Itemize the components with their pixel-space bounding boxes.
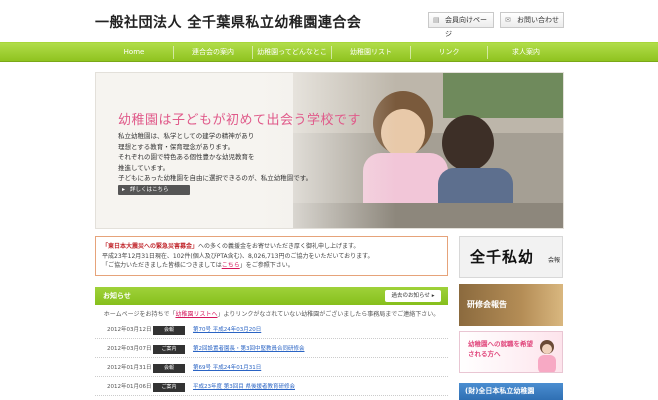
news-note: ホームページをお持ちで「幼稚園リストへ」よりリンクがなされていない幼稚園がござい… bbox=[95, 309, 448, 318]
news-row: 2012年01月06日 ご案内 平成23年度 第3回目 県後援者教育研修会 bbox=[95, 379, 448, 396]
news-date: 2012年03月12日 bbox=[107, 327, 152, 333]
site-header: 一般社団法人 全千葉県私立幼稚園連合会 ▤ 会員向けページ ✉ お問い合わせ bbox=[0, 0, 658, 42]
hero-body-line: 子どもにあった幼稚園を自由に選択できるのが、私立幼稚園です。 bbox=[118, 174, 313, 182]
hero-headline: 幼稚園は子どもが初めて出会う学校です bbox=[118, 113, 362, 128]
hero-more-label: 詳しくはこちら bbox=[130, 187, 169, 193]
national-association-label: (財)全日本私立幼稚園 bbox=[465, 387, 535, 395]
hero-body-line: 推進しています。 bbox=[118, 163, 170, 172]
news-note-link[interactable]: 幼稚園リストへ bbox=[175, 311, 217, 318]
bulletin-label: 会報 bbox=[548, 257, 561, 264]
arrow-right-icon: ▸ bbox=[122, 186, 126, 193]
notice-link[interactable]: こちら bbox=[222, 262, 240, 269]
news-date: 2012年01月06日 bbox=[107, 384, 152, 390]
news-category-tag: ご案内 bbox=[153, 383, 185, 392]
global-nav: Home 連合会の案内 幼稚園ってどんなところ? 幼稚園リスト リンク 求人案内 bbox=[0, 42, 658, 75]
news-note-text: 」よりリンクがなされていない幼稚園がございましたら事務局までご連絡下さい。 bbox=[217, 311, 440, 318]
notice-title: 「東日本大震災への緊急災害募金」 bbox=[102, 243, 199, 250]
news-row: 2012年01月31日 会報 第69号 平成24年01月31日 bbox=[95, 360, 448, 377]
news-link[interactable]: 第70号 平成24年03月20日 bbox=[193, 322, 261, 339]
news-category-tag: ご案内 bbox=[153, 345, 185, 354]
member-page-button[interactable]: ▤ 会員向けページ bbox=[428, 12, 494, 38]
hero-body-line: 私立幼稚園は、私学としての建学の精神があり bbox=[118, 132, 255, 140]
nav-home[interactable]: Home bbox=[95, 43, 173, 62]
hero-more-button[interactable]: ▸ 詳しくはこちら bbox=[118, 185, 190, 195]
contact-label: お問い合わせ bbox=[517, 16, 559, 24]
news-link[interactable]: 平成23年度 第3回目 県後援者教育研修会 bbox=[193, 379, 295, 396]
nav-jobs[interactable]: 求人案内 bbox=[488, 43, 564, 62]
jobs-banner[interactable]: 幼稚園への就職を希望される方へ bbox=[459, 331, 563, 373]
news-row: 2012年03月12日 会報 第70号 平成24年03月20日 bbox=[95, 322, 448, 339]
mail-icon: ✉ bbox=[505, 16, 511, 24]
training-report-banner[interactable]: 研修会報告 bbox=[459, 284, 563, 326]
news-title: お知らせ bbox=[103, 292, 131, 300]
arrow-right-icon: ▸ bbox=[431, 293, 435, 299]
news-row: 2012年03月07日 ご案内 第2回設置者園長・第3回中堅教員合同研修会 bbox=[95, 341, 448, 358]
donation-notice: 「東日本大震災への緊急災害募金」への多くの義援金をお寄せいただき厚く御礼申し上げ… bbox=[95, 236, 448, 276]
news-link[interactable]: 第69号 平成24年01月31日 bbox=[193, 360, 261, 377]
news-category-tag: 会報 bbox=[153, 326, 185, 335]
nav-association[interactable]: 連合会の案内 bbox=[174, 43, 252, 62]
news-category-tag: 会報 bbox=[153, 364, 185, 373]
bulletin-banner[interactable]: 全千私幼 会報 bbox=[459, 236, 563, 278]
notice-text: 」をご参照下さい。 bbox=[239, 262, 294, 269]
notice-line: 「東日本大震災への緊急災害募金」への多くの義援金をお寄せいただき厚く御礼申し上げ… bbox=[102, 242, 441, 252]
national-association-banner[interactable]: (財)全日本私立幼稚園 bbox=[459, 383, 563, 400]
person-photo bbox=[538, 340, 556, 372]
jobs-banner-label: 幼稚園への就職を希望される方へ bbox=[468, 340, 533, 358]
notice-line: 平成23年12月31日現在、102件(個人及びPTA含む)、8,026,713円… bbox=[102, 252, 374, 260]
nav-about-kindergarten[interactable]: 幼稚園ってどんなところ? bbox=[253, 43, 331, 75]
news-archive-button[interactable]: 過去のお知らせ ▸ bbox=[385, 290, 441, 302]
notice-text: への多くの義援金をお寄せいただき厚く御礼申し上げます。 bbox=[198, 243, 360, 250]
site-title[interactable]: 一般社団法人 全千葉県私立幼稚園連合会 bbox=[95, 12, 361, 32]
hero-body-line: それぞれの園で特色ある個性豊かな幼児教育を bbox=[118, 153, 255, 161]
news-link[interactable]: 第2回設置者園長・第3回中堅教員合同研修会 bbox=[193, 341, 305, 358]
notice-line: 「ご協力いただきました皆様につきましてはこちら」をご参照下さい。 bbox=[102, 261, 441, 271]
hero-body-line: 理想とする教育・保育理念があります。 bbox=[118, 142, 235, 151]
nav-kindergarten-list[interactable]: 幼稚園リスト bbox=[332, 43, 410, 62]
lock-icon: ▤ bbox=[433, 16, 440, 24]
notice-text: 「ご協力いただきました皆様につきましては bbox=[102, 262, 222, 269]
news-archive-label: 過去のお知らせ bbox=[391, 293, 430, 299]
news-header: お知らせ 過去のお知らせ ▸ bbox=[95, 287, 448, 305]
member-page-label: 会員向けページ bbox=[445, 16, 487, 38]
hero-banner: 幼稚園は子どもが初めて出会う学校です 私立幼稚園は、私学としての建学の精神があり… bbox=[95, 72, 564, 229]
news-note-text: ホームページをお持ちで「 bbox=[103, 311, 176, 318]
news-date: 2012年03月07日 bbox=[107, 346, 152, 352]
hero-body: 私立幼稚園は、私学としての建学の精神があり 理想とする教育・保育理念があります。… bbox=[118, 131, 388, 184]
news-date: 2012年01月31日 bbox=[107, 365, 152, 371]
contact-button[interactable]: ✉ お問い合わせ bbox=[500, 12, 564, 28]
nav-links[interactable]: リンク bbox=[411, 43, 487, 62]
bulletin-logo-text: 全千私幼 bbox=[470, 248, 535, 266]
training-report-label: 研修会報告 bbox=[467, 300, 507, 309]
